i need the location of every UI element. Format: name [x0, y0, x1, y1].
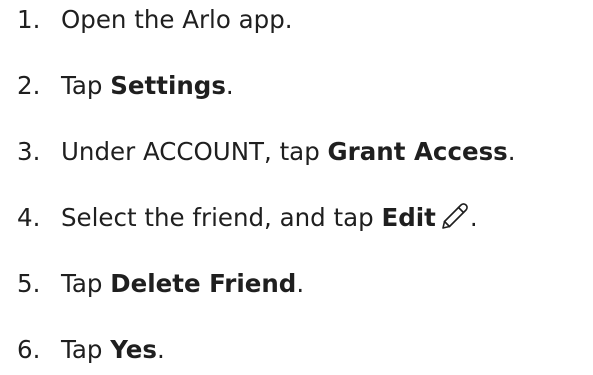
step-select-friend-edit: 4. Select the friend, and tap Edit.: [17, 198, 478, 238]
step-text-before: Tap: [61, 335, 111, 364]
step-text-after: .: [156, 335, 165, 364]
grant-access-label: Grant Access: [327, 137, 508, 166]
step-text-after: .: [507, 137, 516, 166]
step-tap-delete-friend: 5. Tap Delete Friend.: [17, 264, 304, 304]
yes-label: Yes: [110, 335, 157, 364]
step-text-before: Under ACCOUNT, tap: [61, 137, 328, 166]
step-tap-grant-access: 3. Under ACCOUNT, tap Grant Access.: [17, 132, 516, 172]
step-number: 2.: [17, 71, 41, 100]
step-text-before: Select the friend, and tap: [61, 203, 382, 232]
step-tap-settings: 2. Tap Settings.: [17, 66, 234, 106]
step-tap-yes: 6. Tap Yes.: [17, 330, 165, 370]
step-text-before: Tap: [61, 269, 111, 298]
step-number: 1.: [17, 5, 41, 34]
pencil-icon: [440, 201, 470, 231]
step-number: 6.: [17, 335, 41, 364]
step-text: Open the Arlo app.: [61, 5, 293, 34]
step-number: 5.: [17, 269, 41, 298]
step-text-after: .: [225, 71, 234, 100]
step-text-before: Tap: [61, 71, 111, 100]
step-text-after: .: [296, 269, 305, 298]
edit-label: Edit: [381, 203, 436, 232]
settings-label: Settings: [110, 71, 226, 100]
step-text-after: .: [469, 203, 478, 232]
step-open-arlo-app: 1. Open the Arlo app.: [17, 0, 293, 40]
delete-friend-label: Delete Friend: [110, 269, 297, 298]
step-number: 3.: [17, 137, 41, 166]
step-number: 4.: [17, 203, 41, 232]
